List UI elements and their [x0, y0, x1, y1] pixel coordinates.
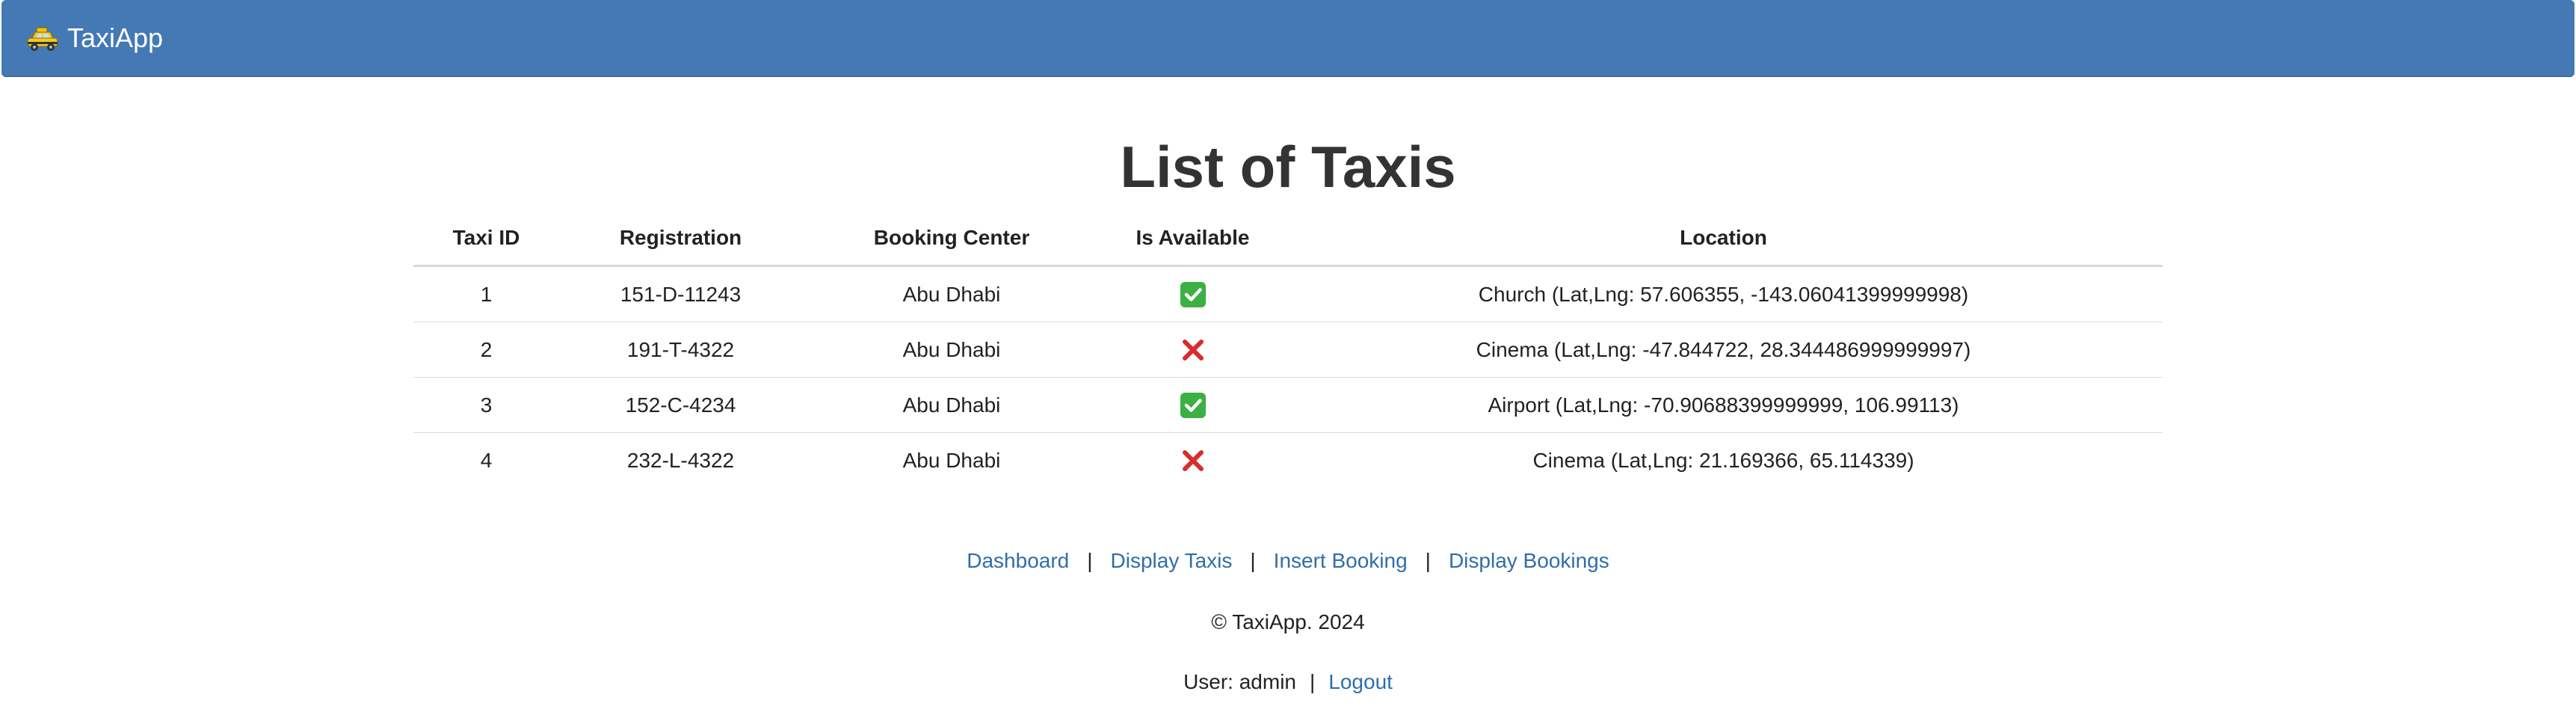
header-booking-center: Booking Center [802, 211, 1101, 267]
cell-taxi-id: 2 [413, 322, 559, 378]
top-navbar: TaxiApp [1, 0, 2575, 77]
cell-registration: 151-D-11243 [559, 266, 802, 322]
taxis-table: Taxi ID Registration Booking Center Is A… [413, 211, 2163, 488]
cell-is-available [1101, 322, 1284, 378]
logout-link[interactable]: Logout [1328, 670, 1393, 693]
cell-is-available [1101, 266, 1284, 322]
cell-booking-center: Abu Dhabi [902, 448, 1001, 472]
cell-location: Church (Lat,Lng: 57.606355, -143.0604139… [1284, 266, 2163, 322]
cell-taxi-id: 3 [413, 377, 559, 433]
nav-link-insert-booking[interactable]: Insert Booking [1274, 549, 1408, 572]
cell-booking-center: Abu Dhabi [802, 322, 1101, 378]
cell-location: Cinema (Lat,Lng: 21.169366, 65.114339) [1532, 448, 1914, 472]
cross-icon [1180, 337, 1207, 363]
header-is-available: Is Available [1101, 211, 1284, 267]
cell-location: Airport (Lat,Lng: -70.90688399999999, 10… [1284, 377, 2163, 433]
user-label: User: admin [1183, 670, 1296, 693]
check-icon [1180, 392, 1207, 419]
cell-is-available [1101, 433, 1284, 488]
separator: | [1425, 549, 1431, 572]
check-icon [1180, 281, 1207, 308]
cell-registration: 152-C-4234 [559, 377, 802, 433]
brand-link[interactable]: TaxiApp [25, 19, 163, 57]
footer-nav: Dashboard | Display Taxis | Insert Booking | D… [0, 546, 2576, 576]
cross-icon [1180, 447, 1207, 474]
nav-link-display-taxis[interactable]: Display Taxis [1111, 549, 1233, 572]
header-taxi-id: Taxi ID [413, 211, 559, 267]
header-location: Location [1284, 211, 2163, 267]
copyright-text: © TaxiApp. 2024 [1211, 610, 1365, 633]
cell-taxi-id: 1 [413, 266, 559, 322]
nav-link-display-bookings[interactable]: Display Bookings [1449, 549, 1609, 572]
table-header-row: Taxi ID Registration Booking Center Is A… [413, 211, 2163, 267]
nav-link-dashboard[interactable]: Dashboard [967, 549, 1069, 572]
page-title: List of Taxis [1120, 134, 1456, 200]
table-row: 3 152-C-4234 Abu Dhabi Airport (Lat,Lng:… [413, 377, 2163, 433]
cell-registration: 232-L-4322 [626, 448, 735, 472]
header-registration: Registration [559, 211, 802, 267]
cell-booking-center: Abu Dhabi [802, 266, 1101, 322]
user-line: User: admin | Logout [0, 667, 2576, 697]
separator: | [1310, 670, 1316, 693]
separator: | [1087, 549, 1093, 572]
cell-is-available [1101, 377, 1284, 433]
cell-registration: 191-T-4322 [559, 322, 802, 378]
cell-location: Cinema (Lat,Lng: -47.844722, 28.34448699… [1284, 322, 2163, 378]
table-row: 1 151-D-11243 Abu Dhabi Church (Lat,Lng:… [413, 266, 2163, 322]
table-row: 4 232-L-4322 Abu Dhabi Cinema (Lat,Lng: … [413, 433, 2163, 488]
separator: | [1250, 549, 1256, 572]
taxi-icon [25, 23, 60, 53]
cell-booking-center: Abu Dhabi [802, 377, 1101, 433]
cell-taxi-id: 4 [480, 448, 493, 472]
table-row: 2 191-T-4322 Abu Dhabi Cinema (Lat,Lng: … [413, 322, 2163, 378]
brand-label: TaxiApp [67, 22, 164, 53]
